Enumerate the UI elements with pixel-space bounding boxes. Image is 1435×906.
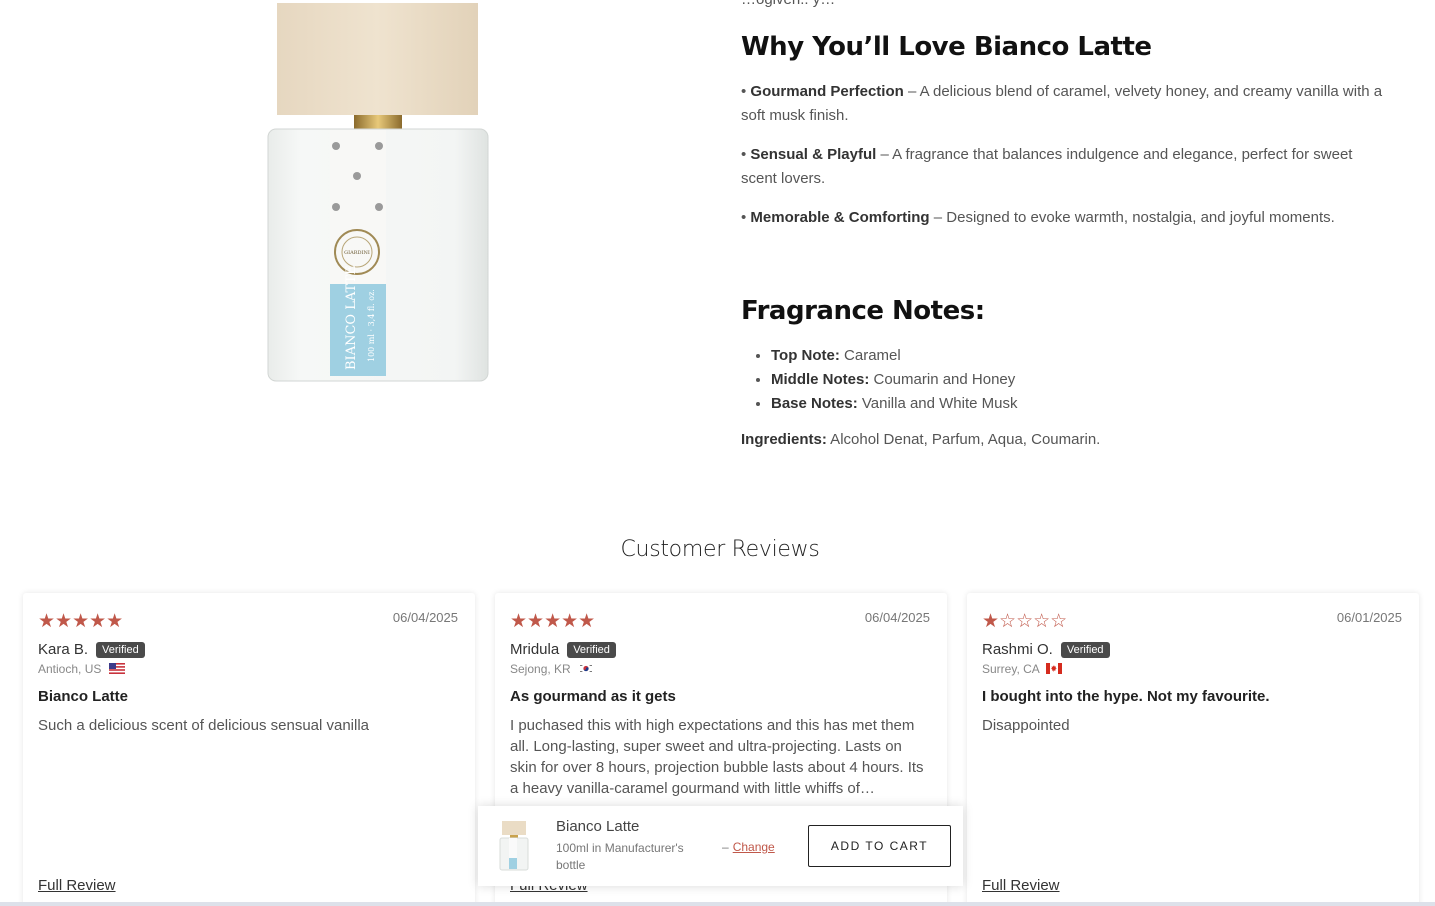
review-card: ★☆☆☆☆ 06/01/2025 Rashmi O. Verified Surre… <box>967 593 1419 906</box>
note-value: Caramel <box>839 347 901 364</box>
change-variant-link[interactable]: Change <box>733 840 775 854</box>
note-label: Top Note: <box>771 347 840 364</box>
benefit-title: Sensual & Playful <box>750 146 877 163</box>
kr-flag-icon <box>578 663 595 674</box>
bottle-brand-text: GIARDINI <box>344 250 370 256</box>
add-to-cart-button[interactable]: ADD TO CART <box>808 825 951 867</box>
reviewer-name-row: Kara B. Verified <box>38 641 145 658</box>
reviewer-location-row: Surrey, CA <box>982 662 1063 676</box>
note-label: Middle Notes: <box>771 371 870 388</box>
ingredients-value: Alcohol Denat, Parfum, Aqua, Coumarin. <box>826 431 1101 448</box>
product-image: GIARDINI BIANCO LATTE 100 ml · 3,4 fl. o… <box>267 3 489 382</box>
bottle-name-text: BIANCO LATTE <box>344 265 359 370</box>
us-flag-icon <box>108 663 125 674</box>
benefit-title: Memorable & Comforting <box>750 209 930 226</box>
ingredients-label: Ingredients: <box>741 431 827 448</box>
verified-badge: Verified <box>1060 642 1110 658</box>
fragrance-notes-list: Top Note: Caramel Middle Notes: Coumarin… <box>771 344 1018 416</box>
ca-flag-icon <box>1046 663 1063 674</box>
review-date: 06/04/2025 <box>864 610 930 625</box>
reviewer-name: Kara B. <box>38 641 89 658</box>
review-title: I bought into the hype. Not my favourite… <box>982 688 1270 705</box>
reviewer-name-row: Rashmi O. Verified <box>982 641 1110 658</box>
reviewer-name-row: Mridula Verified <box>510 641 616 658</box>
product-thumbnail <box>499 821 529 871</box>
note-value: Coumarin and Honey <box>869 371 1016 388</box>
review-body: Disappointed <box>982 717 1070 734</box>
why-heading: Why You’ll Love Bianco Latte <box>741 32 1152 62</box>
reviewer-location: Sejong, KR <box>510 662 571 676</box>
note-value: Vanilla and White Musk <box>857 395 1018 412</box>
review-body: Such a delicious scent of delicious sens… <box>38 717 370 734</box>
reviewer-location: Surrey, CA <box>982 662 1040 676</box>
note-item: Middle Notes: Coumarin and Honey <box>771 368 1018 392</box>
star-rating: ★★★★★ <box>510 611 596 632</box>
bottom-divider <box>0 902 1435 906</box>
bottle-volume-text: 100 ml · 3,4 fl. oz. <box>367 289 376 362</box>
description-cut-line: …ogiven.. y… <box>741 0 835 8</box>
verified-badge: Verified <box>567 642 616 658</box>
reviewer-name: Rashmi O. <box>982 641 1053 658</box>
reviewer-name: Mridula <box>510 641 560 658</box>
review-date: 06/04/2025 <box>392 610 458 625</box>
benefit-text: – Designed to evoke warmth, nostalgia, a… <box>929 209 1335 226</box>
verified-badge: Verified <box>96 642 145 658</box>
change-prefix: – <box>722 840 729 854</box>
full-review-link[interactable]: Full Review <box>982 877 1060 894</box>
note-item: Top Note: Caramel <box>771 344 1018 368</box>
benefit-bullet: • Memorable & Comforting – Designed to e… <box>741 209 1335 226</box>
review-title: Bianco Latte <box>38 688 129 705</box>
full-review-link[interactable]: Full Review <box>38 877 116 894</box>
reviewer-location-row: Sejong, KR <box>510 662 595 676</box>
review-date: 06/01/2025 <box>1336 610 1402 625</box>
change-variant: – Change <box>722 840 775 854</box>
reviews-heading: Customer Reviews <box>620 537 820 562</box>
sticky-add-to-cart-bar: Bianco Latte 100ml in Manufacturer's bot… <box>478 806 963 886</box>
note-label: Base Notes: <box>771 395 858 412</box>
benefit-bullet: • Gourmand Perfection – A delicious blen… <box>741 83 1383 124</box>
review-card: ★★★★★ 06/04/2025 Kara B. Verified Antioch… <box>23 593 475 906</box>
star-rating: ★★★★★ <box>38 611 124 632</box>
star-rating: ★☆☆☆☆ <box>982 611 1068 632</box>
ingredients: Ingredients: Alcohol Denat, Parfum, Aqua… <box>741 431 1100 448</box>
reviewer-location-row: Antioch, US <box>38 662 125 676</box>
review-body: I puchased this with high expectations a… <box>510 717 924 797</box>
benefit-bullet: • Sensual & Playful – A fragrance that b… <box>741 146 1353 187</box>
benefit-title: Gourmand Perfection <box>750 83 904 100</box>
fragrance-notes-heading: Fragrance Notes: <box>741 296 985 326</box>
reviewer-location: Antioch, US <box>38 662 102 676</box>
cart-product-variant: 100ml in Manufacturer's bottle <box>556 841 684 872</box>
cart-product-name: Bianco Latte <box>556 818 640 835</box>
note-item: Base Notes: Vanilla and White Musk <box>771 392 1018 416</box>
review-title: As gourmand as it gets <box>510 688 676 705</box>
